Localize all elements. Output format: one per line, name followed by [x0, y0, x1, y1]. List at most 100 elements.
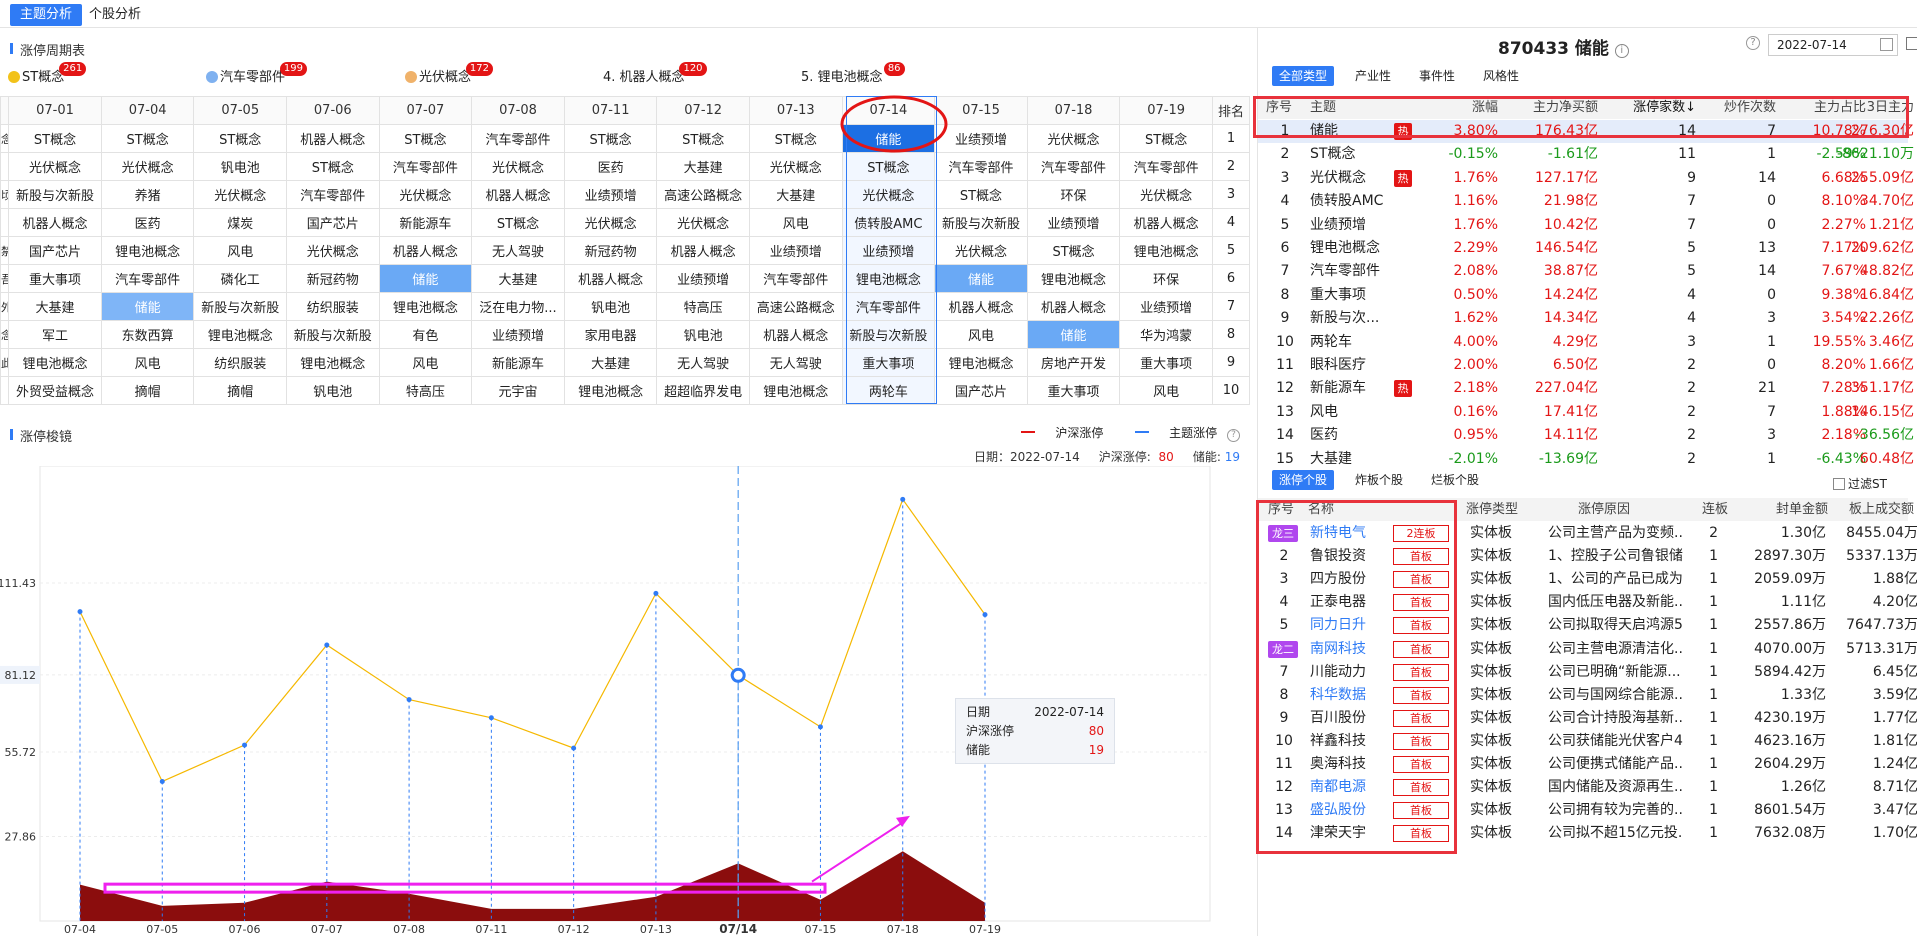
theme-cell[interactable]: ST概念: [1026, 236, 1121, 265]
theme-cell[interactable]: 环保: [1119, 264, 1213, 293]
theme-cell[interactable]: ST概念: [193, 124, 287, 153]
theme-cell[interactable]: 新股与次新股: [8, 180, 102, 209]
theme-cell[interactable]: 泛在电力物...: [471, 292, 565, 321]
theme-cell[interactable]: 机器人概念: [1026, 292, 1121, 321]
theme-cell[interactable]: ST概念: [748, 124, 843, 153]
theme-cell[interactable]: 业绩预增: [1026, 208, 1121, 237]
theme-cell[interactable]: ST概念: [8, 124, 102, 153]
column-header[interactable]: 涨停类型: [1466, 498, 1536, 521]
theme-cell[interactable]: 汽车零部件: [1026, 152, 1121, 181]
table-row[interactable]: 7 汽车零部件 2.08% 38.87亿 5 14 7.67% 48.82亿: [1258, 260, 1914, 283]
table-row[interactable]: 10 祥鑫科技 首板 实体板 公司获储能光伏客户4... 1 4623.16万 1.81亿: [1258, 730, 1917, 753]
table-row[interactable]: 10 两轮车 4.00% 4.29亿 3 1 19.55% 3.46亿: [1258, 331, 1914, 354]
theme-cell[interactable]: 摘帽: [100, 376, 195, 405]
theme-cell[interactable]: 机器人概念: [563, 264, 658, 293]
theme-tab-lithium[interactable]: 5. 锂电池概念 86: [801, 62, 905, 88]
theme-cell[interactable]: 锂电池概念: [193, 320, 287, 349]
tab-event[interactable]: 事件性: [1412, 66, 1462, 86]
tab-rotten-board[interactable]: 烂板个股: [1424, 470, 1486, 490]
tab-limit-up-stocks[interactable]: 涨停个股: [1272, 470, 1335, 490]
table-row[interactable]: 2 鲁银投资 首板 实体板 1、控股子公司鲁银储... 1 2897.30万 5337.13万: [1258, 545, 1917, 568]
column-header[interactable]: 主题: [1310, 96, 1410, 119]
theme-cell[interactable]: 家用电器: [563, 320, 658, 349]
table-row[interactable]: 9 新股与次... 1.62% 14.34亿 4 3 3.54% 22.26亿: [1258, 307, 1914, 330]
theme-cell[interactable]: 元宇宙: [471, 376, 565, 405]
theme-cell[interactable]: 高速公路概念: [656, 180, 750, 209]
stock-name[interactable]: 盛弘股份: [1310, 799, 1390, 822]
theme-cell[interactable]: 业绩预增: [841, 236, 936, 265]
column-header[interactable]: 板上成交额: [1828, 498, 1914, 521]
theme-cell[interactable]: 房地产开发: [1026, 348, 1121, 377]
theme-cell[interactable]: 锂电池概念: [1026, 264, 1121, 293]
date-header[interactable]: 07-05: [193, 96, 287, 125]
table-row[interactable]: 龙三 新特电气 2连板 实体板 公司主营产品为变频... 2 1.30亿 8455.04万: [1258, 522, 1917, 545]
theme-cell[interactable]: 机器人概念: [378, 236, 473, 265]
theme-cell[interactable]: 外贸受益概念: [8, 376, 102, 405]
theme-cell[interactable]: 汽车零部件: [1119, 152, 1213, 181]
theme-cell[interactable]: 风电: [934, 320, 1028, 349]
theme-cell[interactable]: 纺织服装: [193, 348, 287, 377]
theme-cell[interactable]: 大基建: [656, 152, 750, 181]
column-header[interactable]: 炒作次数: [1698, 96, 1776, 119]
tab-broken-board[interactable]: 炸板个股: [1348, 470, 1410, 490]
theme-cell[interactable]: 养猪: [100, 180, 195, 209]
theme-cell[interactable]: 大基建: [471, 264, 565, 293]
theme-cell[interactable]: 摘帽: [193, 376, 287, 405]
stock-name[interactable]: 四方股份: [1310, 568, 1390, 591]
date-header[interactable]: 07-19: [1119, 96, 1213, 125]
theme-cell[interactable]: 光伏概念: [286, 236, 380, 265]
theme-cell[interactable]: 锂电池概念: [8, 348, 102, 377]
theme-cell[interactable]: 纺织服装: [286, 292, 380, 321]
theme-cell[interactable]: 机器人概念: [1119, 208, 1213, 237]
theme-cell[interactable]: 风电: [100, 348, 195, 377]
theme-cell[interactable]: 无人驾驶: [471, 236, 565, 265]
theme-cell[interactable]: ST概念: [100, 124, 195, 153]
table-row[interactable]: 12 新能源车 2.18% 227.04亿 2 21 7.28% 351.17亿热: [1258, 377, 1914, 400]
theme-cell[interactable]: 大基建: [563, 348, 658, 377]
table-row[interactable]: 12 南都电源 首板 实体板 国内储能及资源再生... 1 1.26亿 8.71亿: [1258, 776, 1917, 799]
theme-cell[interactable]: 高速公路概念: [748, 292, 843, 321]
column-header[interactable]: 封单金额: [1728, 498, 1828, 521]
theme-cell[interactable]: 锂电池概念: [748, 376, 843, 405]
theme-cell[interactable]: 光伏概念: [100, 152, 195, 181]
theme-cell[interactable]: 储能: [1026, 320, 1121, 349]
stock-name[interactable]: 百川股份: [1310, 707, 1390, 730]
date-picker[interactable]: 2022-07-14: [1768, 34, 1898, 56]
table-row[interactable]: 15 大基建 -2.01% -13.69亿 2 1 -6.43% 60.48亿: [1258, 448, 1914, 471]
help-icon[interactable]: ?: [1227, 429, 1240, 442]
theme-tab-robot[interactable]: 4. 机器人概念 120: [603, 62, 707, 88]
column-header[interactable]: 涨幅: [1408, 96, 1498, 119]
theme-cell[interactable]: 新股与次新股: [934, 208, 1028, 237]
table-row[interactable]: 6 锂电池概念 2.29% 146.54亿 5 13 7.17% 209.62亿: [1258, 237, 1914, 260]
theme-cell[interactable]: 环保: [1026, 180, 1121, 209]
theme-cell[interactable]: ST概念: [934, 180, 1028, 209]
date-header[interactable]: 07-07: [378, 96, 473, 125]
theme-cell[interactable]: 机器人概念: [748, 320, 843, 349]
info-icon[interactable]: i: [1614, 44, 1629, 58]
theme-cell[interactable]: ST概念: [841, 152, 936, 181]
theme-cell[interactable]: 大基建: [8, 292, 102, 321]
theme-cell[interactable]: 医药: [563, 152, 658, 181]
theme-cell[interactable]: 锂电池概念: [378, 292, 473, 321]
stock-name[interactable]: 奥海科技: [1310, 753, 1390, 776]
theme-cell[interactable]: 储能: [934, 264, 1028, 293]
export-icon[interactable]: [1906, 37, 1917, 50]
theme-cell[interactable]: 汽车零部件: [471, 124, 565, 153]
theme-cell[interactable]: 钒电池: [193, 152, 287, 181]
tab-all-types[interactable]: 全部类型: [1272, 66, 1335, 86]
theme-tab-pv[interactable]: 光伏概念 172: [405, 62, 494, 88]
date-header[interactable]: 07-12: [656, 96, 750, 125]
tab-style[interactable]: 风格性: [1476, 66, 1526, 86]
column-header[interactable]: 涨停家数↓: [1602, 96, 1696, 119]
tab-stock-analysis[interactable]: 个股分析: [79, 4, 151, 26]
theme-cell[interactable]: 风电: [748, 208, 843, 237]
tab-theme-analysis[interactable]: 主题分析: [10, 4, 83, 26]
stock-name[interactable]: 南网科技: [1310, 638, 1390, 661]
theme-cell[interactable]: ST概念: [471, 208, 565, 237]
theme-cell[interactable]: 钒电池: [563, 292, 658, 321]
theme-cell[interactable]: 无人驾驶: [748, 348, 843, 377]
theme-cell[interactable]: 重大事项: [1026, 376, 1121, 405]
theme-cell[interactable]: 重大事项: [8, 264, 102, 293]
theme-tab-auto-parts[interactable]: 汽车零部件 199: [206, 62, 308, 88]
theme-cell[interactable]: 磷化工: [193, 264, 287, 293]
